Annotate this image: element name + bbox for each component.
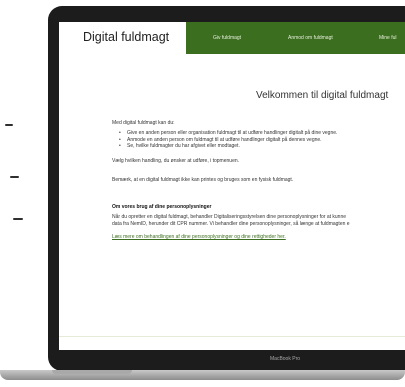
background-mark: [13, 218, 23, 220]
nav-anmod-fuldmagt[interactable]: Anmod om fuldmagt: [288, 35, 333, 41]
note-text: Bemærk, at en digital fuldmagt ikke kan …: [112, 177, 294, 183]
choose-action-text: Vælg hvilken handling, du ønsker at udfø…: [112, 158, 240, 164]
nav-bar: Giv fuldmagt Anmod om fuldmagt Mine ful: [186, 22, 405, 54]
laptop-notch: [52, 370, 132, 374]
nav-give-fuldmagt[interactable]: Giv fuldmagt: [213, 35, 241, 41]
page-title: Velkommen til digital fuldmagt: [256, 90, 389, 101]
privacy-link[interactable]: Læs mere om behandlingen af dine persono…: [112, 234, 286, 240]
device-label: MacBook Pro: [270, 356, 301, 362]
site-logo[interactable]: Digital fuldmagt: [83, 30, 169, 44]
intro-text: Med digital fuldmagt kan du:: [112, 120, 175, 126]
list-item: Se, hvilke fuldmagter du har afgivet ell…: [119, 143, 337, 150]
laptop-screen: Digital fuldmagt Giv fuldmagt Anmod om f…: [59, 22, 405, 350]
feature-list: Give en anden person eller organisation …: [119, 130, 337, 150]
data-usage-heading: Om vores brug af dine personoplysninger: [112, 204, 212, 210]
top-navigation: Digital fuldmagt Giv fuldmagt Anmod om f…: [59, 22, 405, 54]
data-usage-text: Når du opretter en digital fuldmagt, beh…: [112, 214, 347, 220]
background-mark: [10, 176, 19, 178]
background-mark: [5, 124, 13, 126]
data-usage-text: data fra NemID, herunder dit CPR nummer.…: [112, 221, 350, 227]
main-content: Velkommen til digital fuldmagt Med digit…: [59, 54, 405, 350]
nav-mine-fuldmagter[interactable]: Mine ful: [379, 35, 397, 41]
footer-divider: [59, 336, 405, 337]
